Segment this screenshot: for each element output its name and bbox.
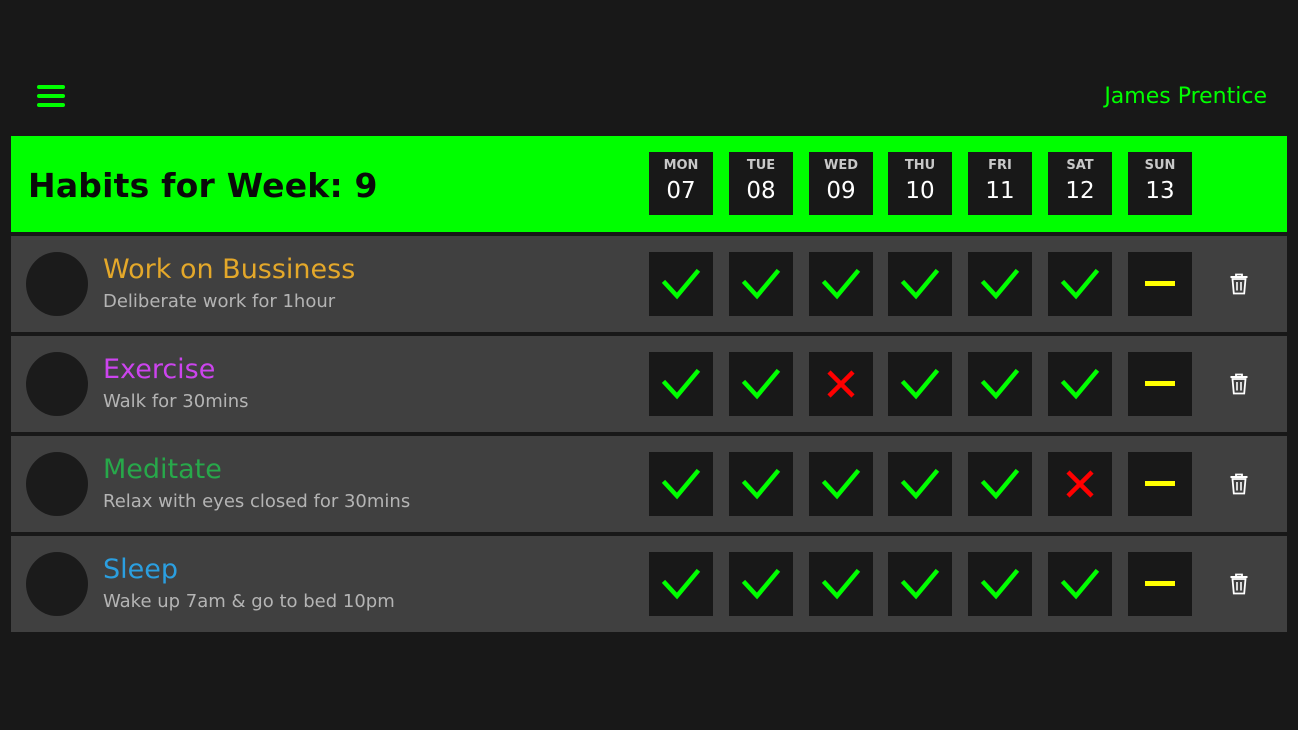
status-cell-wed[interactable] xyxy=(809,552,873,616)
day-number: 08 xyxy=(746,178,776,204)
habit-avatar[interactable] xyxy=(26,552,88,616)
status-cell-mon[interactable] xyxy=(649,252,713,316)
status-cell-tue[interactable] xyxy=(729,352,793,416)
day-header-sun: SUN 13 xyxy=(1128,152,1192,215)
day-header-wed: WED 09 xyxy=(809,152,873,215)
day-number: 07 xyxy=(666,178,696,204)
status-cell-fri[interactable] xyxy=(968,252,1032,316)
day-header-tue: TUE 08 xyxy=(729,152,793,215)
status-cell-sun[interactable] xyxy=(1128,452,1192,516)
status-cell-fri[interactable] xyxy=(968,552,1032,616)
habit-name[interactable]: Sleep xyxy=(103,554,178,585)
top-bar: James Prentice xyxy=(0,0,1298,136)
habit-row: Work on Bussiness Deliberate work for 1ho… xyxy=(11,236,1287,332)
day-name: SAT xyxy=(1066,158,1094,173)
status-cell-tue[interactable] xyxy=(729,552,793,616)
day-name: WED xyxy=(823,158,858,173)
day-number: 09 xyxy=(826,178,856,204)
habit-row: Sleep Wake up 7am & go to bed 10pm xyxy=(11,536,1287,632)
user-name[interactable]: James Prentice xyxy=(1104,84,1267,109)
week-header: Habits for Week: 9 MON 07 TUE 08 WED 09 THU 10 F… xyxy=(11,136,1287,232)
day-name: SUN xyxy=(1144,158,1176,173)
status-cell-tue[interactable] xyxy=(729,252,793,316)
status-cell-thu[interactable] xyxy=(888,452,952,516)
status-cell-fri[interactable] xyxy=(968,452,1032,516)
habit-avatar[interactable] xyxy=(26,452,88,516)
habit-row: Meditate Relax with eyes closed for 30min… xyxy=(11,436,1287,532)
status-cell-thu[interactable] xyxy=(888,252,952,316)
trash-icon xyxy=(1229,373,1249,399)
habit-name[interactable]: Meditate xyxy=(103,454,222,485)
day-header-mon: MON 07 xyxy=(649,152,713,215)
habit-description: Deliberate work for 1hour xyxy=(103,291,336,312)
delete-habit-button[interactable] xyxy=(1229,473,1249,495)
status-cell-mon[interactable] xyxy=(649,352,713,416)
status-cell-sat[interactable] xyxy=(1048,352,1112,416)
status-cell-thu[interactable] xyxy=(888,552,952,616)
status-cell-thu[interactable] xyxy=(888,352,952,416)
status-cell-wed[interactable] xyxy=(809,452,873,516)
trash-icon xyxy=(1229,473,1249,499)
status-cell-sun[interactable] xyxy=(1128,252,1192,316)
habit-avatar[interactable] xyxy=(26,252,88,316)
day-header-fri: FRI 11 xyxy=(968,152,1032,215)
day-name: THU xyxy=(904,158,936,173)
habit-row: Exercise Walk for 30mins xyxy=(11,336,1287,432)
delete-habit-button[interactable] xyxy=(1229,273,1249,295)
status-cell-sat[interactable] xyxy=(1048,452,1112,516)
status-cell-sun[interactable] xyxy=(1128,552,1192,616)
delete-habit-button[interactable] xyxy=(1229,573,1249,595)
status-cell-sat[interactable] xyxy=(1048,552,1112,616)
day-name: FRI xyxy=(988,158,1012,173)
page-title: Habits for Week: 9 xyxy=(28,166,378,205)
day-header-sat: SAT 12 xyxy=(1048,152,1112,215)
day-header-thu: THU 10 xyxy=(888,152,952,215)
status-cell-wed[interactable] xyxy=(809,352,873,416)
day-number: 11 xyxy=(985,178,1015,204)
status-cell-wed[interactable] xyxy=(809,252,873,316)
day-number: 13 xyxy=(1145,178,1175,204)
status-cell-mon[interactable] xyxy=(649,552,713,616)
habit-description: Relax with eyes closed for 30mins xyxy=(103,491,411,512)
status-cell-sun[interactable] xyxy=(1128,352,1192,416)
trash-icon xyxy=(1229,273,1249,299)
status-cell-mon[interactable] xyxy=(649,452,713,516)
status-cell-tue[interactable] xyxy=(729,452,793,516)
habit-name[interactable]: Exercise xyxy=(103,354,215,385)
status-cell-fri[interactable] xyxy=(968,352,1032,416)
day-number: 12 xyxy=(1065,178,1095,204)
day-name: MON xyxy=(663,158,699,173)
day-number: 10 xyxy=(905,178,935,204)
habit-description: Walk for 30mins xyxy=(103,391,249,412)
habit-name[interactable]: Work on Bussiness xyxy=(103,254,355,285)
hamburger-menu-icon[interactable] xyxy=(36,82,66,110)
status-cell-sat[interactable] xyxy=(1048,252,1112,316)
delete-habit-button[interactable] xyxy=(1229,373,1249,395)
trash-icon xyxy=(1229,573,1249,599)
day-name: TUE xyxy=(746,158,776,173)
habit-avatar[interactable] xyxy=(26,352,88,416)
habit-description: Wake up 7am & go to bed 10pm xyxy=(103,591,395,612)
